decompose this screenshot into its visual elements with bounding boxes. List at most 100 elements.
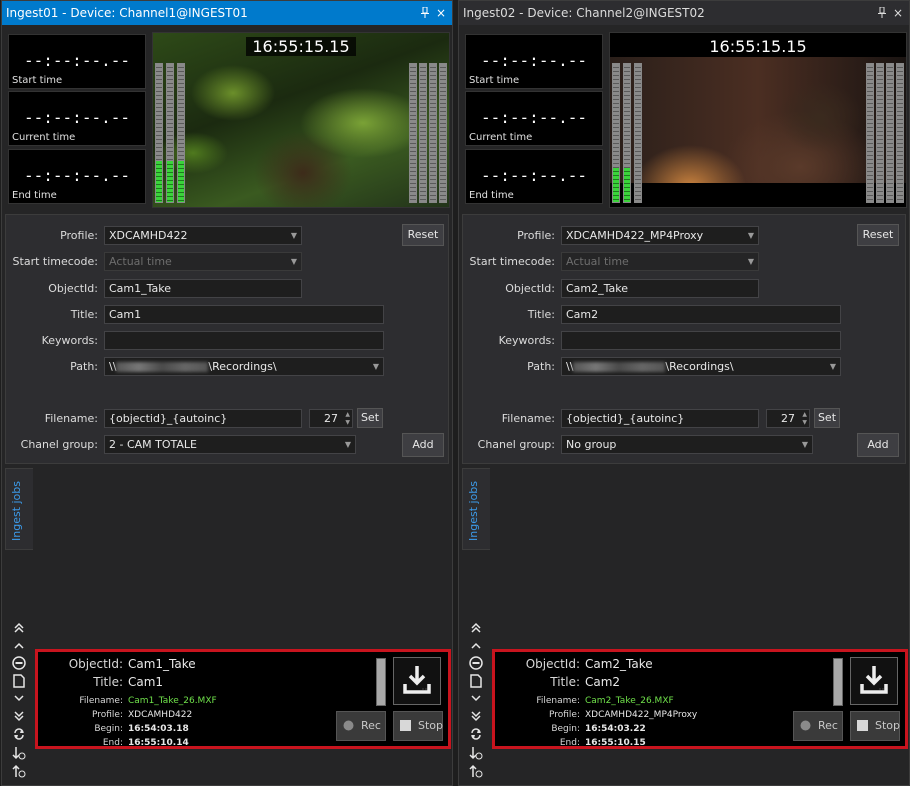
audio-meter: [634, 63, 642, 203]
reset-button[interactable]: Reset: [402, 224, 444, 246]
sort-down-clock-icon[interactable]: [11, 746, 27, 762]
job-end-key: End:: [559, 738, 580, 748]
stop-label: Stop: [418, 719, 444, 732]
audio-meter: [155, 63, 163, 203]
title-input[interactable]: Cam1: [104, 305, 384, 324]
start-timecode-select[interactable]: Actual time ▼: [104, 252, 302, 271]
job-title: Cam1: [128, 675, 164, 689]
sort-down-clock-icon[interactable]: [468, 746, 484, 762]
refresh-icon[interactable]: [11, 728, 27, 744]
profile-select[interactable]: XDCAMHD422_MP4Proxy ▼: [561, 226, 759, 245]
stop-button[interactable]: Stop: [393, 711, 443, 741]
job-progress-bar: [376, 658, 386, 706]
document-icon[interactable]: [468, 674, 484, 690]
download-icon[interactable]: [393, 657, 441, 705]
autoinc-stepper[interactable]: 27 ▲ ▼: [309, 409, 353, 428]
tab-ingest-jobs[interactable]: Ingest jobs: [462, 468, 490, 550]
close-icon[interactable]: ×: [891, 1, 905, 25]
start-time-display: --:--:--.-- Start time: [465, 34, 603, 89]
add-button[interactable]: Add: [857, 433, 899, 457]
channel-group-select[interactable]: No group ▼: [561, 435, 813, 454]
video-preview: 16:55:15.15: [152, 32, 450, 208]
scroll-up-icon[interactable]: [11, 640, 27, 656]
reset-button[interactable]: Reset: [857, 224, 899, 246]
profile-value: XDCAMHD422: [109, 229, 188, 242]
pin-icon[interactable]: [875, 1, 889, 25]
channel-group-select[interactable]: 2 - CAM TOTALE ▼: [104, 435, 356, 454]
channel-group-value: 2 - CAM TOTALE: [109, 438, 197, 451]
set-button[interactable]: Set: [814, 408, 840, 428]
tab-ingest-jobs[interactable]: Ingest jobs: [5, 468, 33, 550]
pin-icon[interactable]: [418, 1, 432, 25]
job-title-key: Title:: [550, 675, 580, 689]
video-frame: [610, 57, 906, 183]
filename-input[interactable]: {objectid}_{autoinc}: [561, 409, 759, 428]
chevron-up-icon[interactable]: ▲: [345, 411, 350, 418]
keywords-input[interactable]: [561, 331, 841, 350]
sort-up-clock-icon[interactable]: [11, 764, 27, 780]
filename-input[interactable]: {objectid}_{autoinc}: [104, 409, 302, 428]
scroll-top-icon[interactable]: [11, 622, 27, 638]
scroll-bottom-icon[interactable]: [468, 710, 484, 726]
ingest-jobs-area: Ingest jobs ObjectId: Cam1_Take Title: Cam…: [5, 468, 451, 782]
panel-titlebar[interactable]: Ingest01 - Device: Channel1@INGEST01 ×: [2, 1, 452, 25]
refresh-icon[interactable]: [468, 728, 484, 744]
chevron-up-icon[interactable]: ▲: [802, 411, 807, 418]
set-button[interactable]: Set: [357, 408, 383, 428]
stop-button[interactable]: Stop: [850, 711, 900, 741]
profile-value: XDCAMHD422_MP4Proxy: [566, 229, 704, 242]
download-icon[interactable]: [850, 657, 898, 705]
chevron-down-icon: ▼: [290, 231, 297, 240]
panel-titlebar[interactable]: Ingest02 - Device: Channel2@INGEST02 ×: [459, 1, 909, 25]
rec-button[interactable]: Rec: [336, 711, 386, 741]
profile-select[interactable]: XDCAMHD422 ▼: [104, 226, 302, 245]
add-button[interactable]: Add: [402, 433, 444, 457]
scroll-up-icon[interactable]: [468, 640, 484, 656]
ingest-job-card[interactable]: ObjectId: Cam2_Take Title: Cam2 Filename: C…: [492, 649, 908, 749]
video-preview: 16:55:15.15: [609, 32, 907, 208]
start-timecode-select[interactable]: Actual time ▼: [561, 252, 759, 271]
title-input[interactable]: Cam2: [561, 305, 841, 324]
audio-meter: [896, 63, 904, 203]
current-time-display: --:--:--.-- Current time: [8, 91, 146, 146]
document-icon[interactable]: [11, 674, 27, 690]
job-end: 16:55:10.15: [585, 738, 646, 748]
channel-group-value: No group: [566, 438, 617, 451]
audio-meter-fill: [178, 160, 184, 202]
scroll-down-icon[interactable]: [468, 692, 484, 708]
filename-label: Filename:: [44, 412, 98, 425]
rec-label: Rec: [818, 719, 838, 732]
record-icon: [343, 720, 354, 731]
path-select[interactable]: \\ \Recordings\ ▼: [561, 357, 841, 376]
chevron-down-icon[interactable]: ▼: [345, 419, 350, 426]
panel-title: Ingest02 - Device: Channel2@INGEST02: [463, 6, 705, 20]
keywords-input[interactable]: [104, 331, 384, 350]
ingest-panel-2: Ingest02 - Device: Channel2@INGEST02 × -…: [458, 0, 910, 786]
scroll-top-icon[interactable]: [468, 622, 484, 638]
scroll-bottom-icon[interactable]: [11, 710, 27, 726]
stop-icon: [400, 720, 411, 731]
close-icon[interactable]: ×: [434, 1, 448, 25]
path-select[interactable]: \\ \Recordings\ ▼: [104, 357, 384, 376]
rec-button[interactable]: Rec: [793, 711, 843, 741]
objectid-input[interactable]: Cam2_Take: [561, 279, 759, 298]
chevron-down-icon[interactable]: ▼: [802, 419, 807, 426]
ingest-job-card[interactable]: ObjectId: Cam1_Take Title: Cam1 Filename: C…: [35, 649, 451, 749]
audio-meter: [166, 63, 174, 203]
job-objectid: Cam1_Take: [128, 657, 196, 671]
job-profile-key: Profile:: [91, 710, 123, 720]
current-time-label: Current time: [12, 132, 76, 143]
rec-label: Rec: [361, 719, 381, 732]
minus-circle-icon[interactable]: [468, 656, 484, 672]
end-time-display: --:--:--.-- End time: [8, 149, 146, 204]
tab-ingest-jobs-label: Ingest jobs: [10, 480, 23, 541]
objectid-input[interactable]: Cam1_Take: [104, 279, 302, 298]
title-label: Title:: [70, 308, 98, 321]
minus-circle-icon[interactable]: [11, 656, 27, 672]
autoinc-stepper[interactable]: 27 ▲ ▼: [766, 409, 810, 428]
path-prefix: \\: [566, 360, 574, 373]
start-time-value: --:--:--.--: [481, 51, 587, 70]
sort-up-clock-icon[interactable]: [468, 764, 484, 780]
ingest-settings-form: Profile: XDCAMHD422_MP4Proxy ▼ Reset Star…: [462, 214, 906, 464]
scroll-down-icon[interactable]: [11, 692, 27, 708]
